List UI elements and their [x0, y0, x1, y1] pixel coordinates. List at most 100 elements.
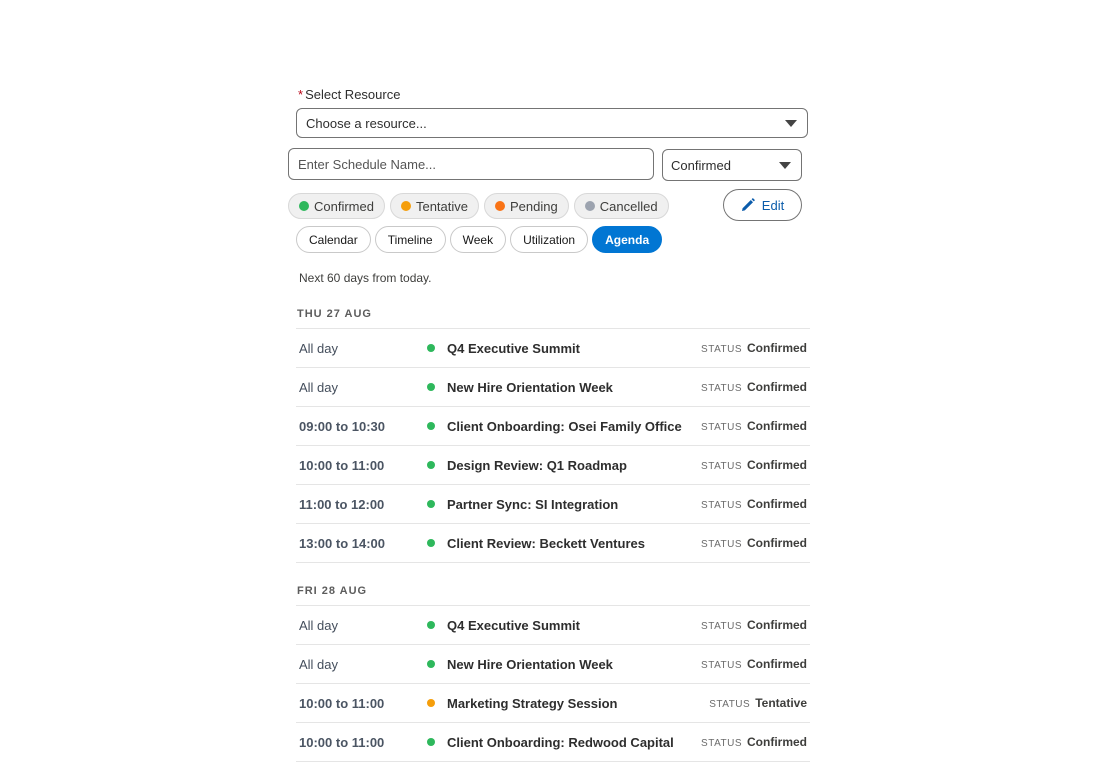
status-dot-icon — [400, 201, 411, 211]
status-legend: Confirmed Tentative Pending Cancelled — [288, 193, 669, 219]
select-resource-label: * Select Resource — [298, 87, 400, 102]
event-status: STATUS Confirmed — [701, 341, 807, 355]
event-status: STATUS Confirmed — [701, 419, 807, 433]
event-time: 09:00 to 10:30 — [299, 418, 385, 434]
agenda-row[interactable]: 11:00 to 12:00 Partner Sync: SI Integrati… — [296, 485, 810, 524]
schedule-name-input[interactable] — [288, 148, 654, 180]
event-status: STATUS Tentative — [709, 696, 807, 710]
chevron-down-icon — [785, 120, 797, 127]
event-title: Q4 Executive Summit — [447, 340, 580, 356]
event-time: 10:00 to 11:00 — [299, 734, 385, 750]
event-status-dot-icon — [427, 344, 435, 352]
agenda-row[interactable]: All day Q4 Executive Summit STATUS Confirme… — [296, 606, 810, 645]
tab-calendar[interactable]: Calendar — [296, 226, 371, 253]
event-time: All day — [299, 379, 339, 395]
event-title: Partner Sync: SI Integration — [447, 496, 619, 512]
event-status-value: Confirmed — [747, 657, 807, 671]
event-status-value: Confirmed — [747, 419, 807, 433]
agenda-row[interactable]: 10:00 to 11:00 Design Review: Q1 Roadmap S… — [296, 446, 810, 485]
event-status-dot-icon — [427, 500, 435, 508]
event-status: STATUS Confirmed — [701, 657, 807, 671]
legend-tentative[interactable]: Tentative — [389, 193, 480, 219]
status-dot-icon — [299, 201, 309, 211]
event-status: STATUS Confirmed — [701, 735, 807, 749]
status-select-value: Confirmed — [671, 157, 731, 173]
select-resource-value: Choose a resource... — [306, 115, 427, 131]
agenda-row[interactable]: 10:00 to 11:00 Marketing Strategy Session… — [296, 684, 810, 723]
event-time: 10:00 to 11:00 — [299, 695, 385, 711]
day-spacer — [296, 563, 810, 577]
event-status-value: Tentative — [755, 696, 807, 710]
event-status-value: Confirmed — [747, 618, 807, 632]
event-status: STATUS Confirmed — [701, 458, 807, 472]
event-title: Client Review: Beckett Ventures — [447, 535, 645, 551]
event-title: Client Onboarding: Redwood Capital — [447, 734, 674, 750]
event-status-label: STATUS — [701, 660, 742, 671]
event-status-label: STATUS — [701, 461, 742, 472]
agenda-row[interactable]: All day New Hire Orientation Week STATUS Co… — [296, 645, 810, 684]
event-status-label: STATUS — [701, 621, 742, 632]
event-status-dot-icon — [427, 699, 435, 707]
event-time: 10:00 to 11:00 — [299, 457, 385, 473]
range-note: Next 60 days from today. — [299, 271, 432, 285]
agenda-list: THU 27 AUG All day Q4 Executive Summit STAT… — [296, 300, 810, 762]
legend-cancelled[interactable]: Cancelled — [573, 193, 669, 219]
event-title: Q4 Executive Summit — [447, 617, 580, 633]
event-status: STATUS Confirmed — [701, 536, 807, 550]
event-status: STATUS Confirmed — [701, 380, 807, 394]
event-title: New Hire Orientation Week — [447, 379, 613, 395]
event-status-value: Confirmed — [747, 341, 807, 355]
event-status-dot-icon — [427, 422, 435, 430]
view-tabs: Calendar Timeline Week Utilization Agenda — [296, 226, 663, 253]
status-select[interactable]: Confirmed — [662, 149, 802, 181]
event-status-label: STATUS — [701, 344, 742, 355]
tab-agenda[interactable]: Agenda — [592, 226, 663, 253]
event-status-dot-icon — [427, 383, 435, 391]
tab-week[interactable]: Week — [449, 226, 507, 253]
event-status-value: Confirmed — [747, 497, 807, 511]
event-time: 11:00 to 12:00 — [299, 496, 385, 512]
agenda-row[interactable]: All day New Hire Orientation Week STATUS Co… — [296, 368, 810, 407]
tab-timeline[interactable]: Timeline — [374, 226, 446, 253]
event-status-dot-icon — [427, 539, 435, 547]
legend-label: Tentative — [415, 198, 469, 214]
legend-label: Cancelled — [599, 198, 658, 214]
event-status-label: STATUS — [701, 383, 742, 394]
edit-button-label: Edit — [761, 197, 785, 213]
chevron-down-icon — [779, 162, 791, 169]
event-status-value: Confirmed — [747, 735, 807, 749]
status-dot-icon — [495, 201, 506, 211]
tab-utilization[interactable]: Utilization — [510, 226, 589, 253]
event-status-dot-icon — [427, 660, 435, 668]
event-status-label: STATUS — [701, 738, 742, 749]
select-resource-dropdown[interactable]: Choose a resource... — [296, 108, 808, 138]
agenda-row[interactable]: All day Q4 Executive Summit STATUS Confirme… — [296, 329, 810, 368]
event-status: STATUS Confirmed — [701, 497, 807, 511]
event-status: STATUS Confirmed — [701, 618, 807, 632]
agenda-row[interactable]: 13:00 to 14:00 Client Review: Beckett Ven… — [296, 524, 810, 563]
legend-label: Pending — [510, 198, 558, 214]
agenda-row[interactable]: 09:00 to 10:30 Client Onboarding: Osei Fa… — [296, 407, 810, 446]
event-time: All day — [299, 340, 339, 356]
legend-confirmed[interactable]: Confirmed — [288, 193, 385, 219]
event-status-value: Confirmed — [747, 458, 807, 472]
edit-button[interactable]: Edit — [723, 189, 802, 221]
event-title: Marketing Strategy Session — [447, 695, 618, 711]
event-time: 13:00 to 14:00 — [299, 535, 385, 551]
event-status-dot-icon — [427, 461, 435, 469]
day-header: THU 27 AUG — [296, 300, 810, 329]
pencil-icon — [741, 198, 755, 211]
day-header: FRI 28 AUG — [296, 577, 810, 606]
agenda-row[interactable]: 10:00 to 11:00 Client Onboarding: Redwood… — [296, 723, 810, 762]
event-status-label: STATUS — [701, 500, 742, 511]
event-time: All day — [299, 656, 339, 672]
select-resource-label-text: Select Resource — [305, 87, 401, 102]
legend-pending[interactable]: Pending — [484, 193, 569, 219]
status-dot-icon — [584, 201, 595, 211]
event-title: New Hire Orientation Week — [447, 656, 613, 672]
legend-label: Confirmed — [314, 198, 374, 214]
event-status-value: Confirmed — [747, 380, 807, 394]
event-status-label: STATUS — [701, 422, 742, 433]
event-status-value: Confirmed — [747, 536, 807, 550]
event-status-label: STATUS — [709, 699, 751, 710]
